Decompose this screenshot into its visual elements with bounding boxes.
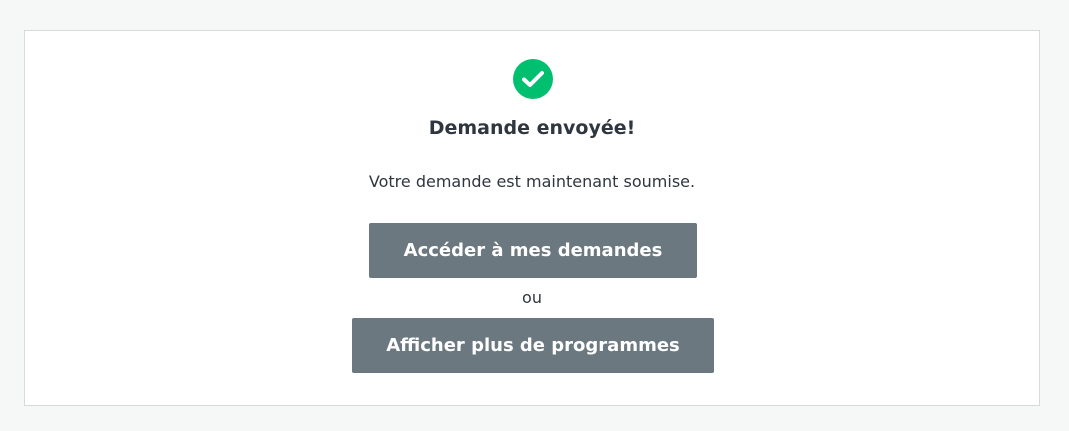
check-circle-icon bbox=[513, 59, 553, 99]
confirmation-message: Votre demande est maintenant soumise. bbox=[368, 172, 696, 191]
separator-text: ou bbox=[522, 288, 542, 307]
confirmation-title: Demande envoyée! bbox=[428, 117, 636, 139]
confirmation-card: Demande envoyée! Votre demande est maint… bbox=[24, 30, 1040, 406]
show-more-programs-button[interactable]: Afficher plus de programmes bbox=[352, 318, 714, 373]
go-to-my-requests-button[interactable]: Accéder à mes demandes bbox=[369, 223, 697, 278]
